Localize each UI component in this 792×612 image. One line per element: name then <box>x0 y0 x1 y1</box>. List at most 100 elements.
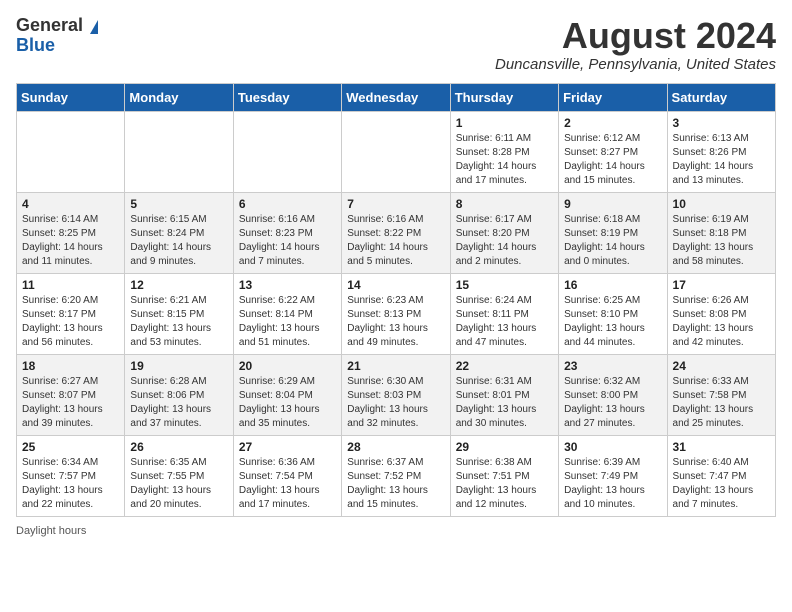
day-info: Sunrise: 6:15 AM Sunset: 8:24 PM Dayligh… <box>130 213 227 269</box>
logo-triangle-icon <box>90 20 98 34</box>
calendar-day-cell <box>233 111 341 192</box>
day-number: 24 <box>673 359 770 373</box>
calendar-header-row: SundayMondayTuesdayWednesdayThursdayFrid… <box>17 83 776 111</box>
day-number: 27 <box>239 440 336 454</box>
day-number: 7 <box>347 197 444 211</box>
day-info: Sunrise: 6:16 AM Sunset: 8:23 PM Dayligh… <box>239 213 336 269</box>
day-number: 30 <box>564 440 661 454</box>
month-year-title: August 2024 <box>495 16 776 56</box>
day-number: 3 <box>673 116 770 130</box>
day-number: 6 <box>239 197 336 211</box>
day-info: Sunrise: 6:17 AM Sunset: 8:20 PM Dayligh… <box>456 213 553 269</box>
calendar-day-cell: 7Sunrise: 6:16 AM Sunset: 8:22 PM Daylig… <box>342 192 450 273</box>
day-of-week-header: Monday <box>125 83 233 111</box>
day-number: 26 <box>130 440 227 454</box>
calendar-day-cell: 15 Sunrise: 6:24 AM Sunset: 8:11 PM Dayli… <box>450 273 558 354</box>
day-info: Sunrise: 6:33 AM Sunset: 7:58 PM Dayligh… <box>673 375 770 431</box>
day-info: Sunrise: 6:21 AM Sunset: 8:15 PM Dayligh… <box>130 294 227 350</box>
day-number: 31 <box>673 440 770 454</box>
day-info: Sunrise: 6:40 AM Sunset: 7:47 PM Dayligh… <box>673 456 770 512</box>
day-number: 12 <box>130 278 227 292</box>
day-info: Sunrise: 6:38 AM Sunset: 7:51 PM Dayligh… <box>456 456 553 512</box>
calendar-day-cell: 27 Sunrise: 6:36 AM Sunset: 7:54 PM Dayli… <box>233 435 341 516</box>
day-of-week-header: Tuesday <box>233 83 341 111</box>
day-info: Sunrise: 6:25 AM Sunset: 8:10 PM Dayligh… <box>564 294 661 350</box>
day-info: Sunrise: 6:24 AM Sunset: 8:11 PM Dayligh… <box>456 294 553 350</box>
day-of-week-header: Friday <box>559 83 667 111</box>
calendar-week-row: 1Sunrise: 6:11 AM Sunset: 8:28 PM Daylig… <box>17 111 776 192</box>
calendar-day-cell: 18 Sunrise: 6:27 AM Sunset: 8:07 PM Dayli… <box>17 354 125 435</box>
page-header: General Blue August 2024 Duncansville, P… <box>16 16 776 73</box>
day-number: 2 <box>564 116 661 130</box>
day-number: 14 <box>347 278 444 292</box>
day-info: Sunrise: 6:27 AM Sunset: 8:07 PM Dayligh… <box>22 375 119 431</box>
calendar-day-cell: 11 Sunrise: 6:20 AM Sunset: 8:17 PM Dayli… <box>17 273 125 354</box>
day-info: Sunrise: 6:28 AM Sunset: 8:06 PM Dayligh… <box>130 375 227 431</box>
calendar-day-cell: 9 Sunrise: 6:18 AM Sunset: 8:19 PM Daylig… <box>559 192 667 273</box>
day-info: Sunrise: 6:30 AM Sunset: 8:03 PM Dayligh… <box>347 375 444 431</box>
calendar-day-cell: 5Sunrise: 6:15 AM Sunset: 8:24 PM Daylig… <box>125 192 233 273</box>
day-number: 22 <box>456 359 553 373</box>
calendar-day-cell <box>17 111 125 192</box>
calendar-week-row: 11 Sunrise: 6:20 AM Sunset: 8:17 PM Dayli… <box>17 273 776 354</box>
calendar-day-cell: 24 Sunrise: 6:33 AM Sunset: 7:58 PM Dayli… <box>667 354 775 435</box>
day-info: Sunrise: 6:32 AM Sunset: 8:00 PM Dayligh… <box>564 375 661 431</box>
day-number: 25 <box>22 440 119 454</box>
day-info: Sunrise: 6:18 AM Sunset: 8:19 PM Dayligh… <box>564 213 661 269</box>
day-number: 28 <box>347 440 444 454</box>
day-number: 8 <box>456 197 553 211</box>
calendar-day-cell: 17 Sunrise: 6:26 AM Sunset: 8:08 PM Dayli… <box>667 273 775 354</box>
day-number: 4 <box>22 197 119 211</box>
day-info: Sunrise: 6:26 AM Sunset: 8:08 PM Dayligh… <box>673 294 770 350</box>
calendar-day-cell: 20Sunrise: 6:29 AM Sunset: 8:04 PM Dayli… <box>233 354 341 435</box>
calendar-day-cell: 30 Sunrise: 6:39 AM Sunset: 7:49 PM Dayli… <box>559 435 667 516</box>
day-info: Sunrise: 6:31 AM Sunset: 8:01 PM Dayligh… <box>456 375 553 431</box>
footer-note: Daylight hours <box>16 525 776 537</box>
calendar-day-cell: 2 Sunrise: 6:12 AM Sunset: 8:27 PM Daylig… <box>559 111 667 192</box>
calendar-day-cell: 13 Sunrise: 6:22 AM Sunset: 8:14 PM Dayli… <box>233 273 341 354</box>
day-info: Sunrise: 6:20 AM Sunset: 8:17 PM Dayligh… <box>22 294 119 350</box>
calendar-week-row: 18 Sunrise: 6:27 AM Sunset: 8:07 PM Dayli… <box>17 354 776 435</box>
day-number: 21 <box>347 359 444 373</box>
calendar-week-row: 4Sunrise: 6:14 AM Sunset: 8:25 PM Daylig… <box>17 192 776 273</box>
location-subtitle: Duncansville, Pennsylvania, United State… <box>495 56 776 73</box>
day-info: Sunrise: 6:23 AM Sunset: 8:13 PM Dayligh… <box>347 294 444 350</box>
day-number: 29 <box>456 440 553 454</box>
day-info: Sunrise: 6:13 AM Sunset: 8:26 PM Dayligh… <box>673 132 770 188</box>
calendar-day-cell: 21 Sunrise: 6:30 AM Sunset: 8:03 PM Dayli… <box>342 354 450 435</box>
day-info: Sunrise: 6:19 AM Sunset: 8:18 PM Dayligh… <box>673 213 770 269</box>
day-info: Sunrise: 6:22 AM Sunset: 8:14 PM Dayligh… <box>239 294 336 350</box>
calendar-day-cell: 6 Sunrise: 6:16 AM Sunset: 8:23 PM Daylig… <box>233 192 341 273</box>
calendar-day-cell: 16 Sunrise: 6:25 AM Sunset: 8:10 PM Dayli… <box>559 273 667 354</box>
day-number: 20 <box>239 359 336 373</box>
day-number: 11 <box>22 278 119 292</box>
calendar-day-cell: 10Sunrise: 6:19 AM Sunset: 8:18 PM Dayli… <box>667 192 775 273</box>
calendar-day-cell: 23Sunrise: 6:32 AM Sunset: 8:00 PM Dayli… <box>559 354 667 435</box>
day-info: Sunrise: 6:34 AM Sunset: 7:57 PM Dayligh… <box>22 456 119 512</box>
calendar-day-cell: 31 Sunrise: 6:40 AM Sunset: 7:47 PM Dayli… <box>667 435 775 516</box>
calendar-table: SundayMondayTuesdayWednesdayThursdayFrid… <box>16 83 776 517</box>
calendar-day-cell: 25 Sunrise: 6:34 AM Sunset: 7:57 PM Dayli… <box>17 435 125 516</box>
calendar-day-cell: 3 Sunrise: 6:13 AM Sunset: 8:26 PM Daylig… <box>667 111 775 192</box>
day-of-week-header: Saturday <box>667 83 775 111</box>
day-of-week-header: Thursday <box>450 83 558 111</box>
day-info: Sunrise: 6:11 AM Sunset: 8:28 PM Dayligh… <box>456 132 553 188</box>
day-number: 17 <box>673 278 770 292</box>
day-number: 13 <box>239 278 336 292</box>
calendar-day-cell: 22 Sunrise: 6:31 AM Sunset: 8:01 PM Dayli… <box>450 354 558 435</box>
title-area: August 2024 Duncansville, Pennsylvania, … <box>495 16 776 73</box>
day-of-week-header: Wednesday <box>342 83 450 111</box>
calendar-day-cell: 26 Sunrise: 6:35 AM Sunset: 7:55 PM Dayli… <box>125 435 233 516</box>
day-info: Sunrise: 6:35 AM Sunset: 7:55 PM Dayligh… <box>130 456 227 512</box>
day-number: 18 <box>22 359 119 373</box>
day-info: Sunrise: 6:36 AM Sunset: 7:54 PM Dayligh… <box>239 456 336 512</box>
day-info: Sunrise: 6:39 AM Sunset: 7:49 PM Dayligh… <box>564 456 661 512</box>
calendar-day-cell: 12 Sunrise: 6:21 AM Sunset: 8:15 PM Dayli… <box>125 273 233 354</box>
day-info: Sunrise: 6:12 AM Sunset: 8:27 PM Dayligh… <box>564 132 661 188</box>
day-number: 16 <box>564 278 661 292</box>
day-number: 9 <box>564 197 661 211</box>
day-number: 15 <box>456 278 553 292</box>
logo-general: General <box>16 15 83 35</box>
day-of-week-header: Sunday <box>17 83 125 111</box>
calendar-day-cell: 8 Sunrise: 6:17 AM Sunset: 8:20 PM Daylig… <box>450 192 558 273</box>
